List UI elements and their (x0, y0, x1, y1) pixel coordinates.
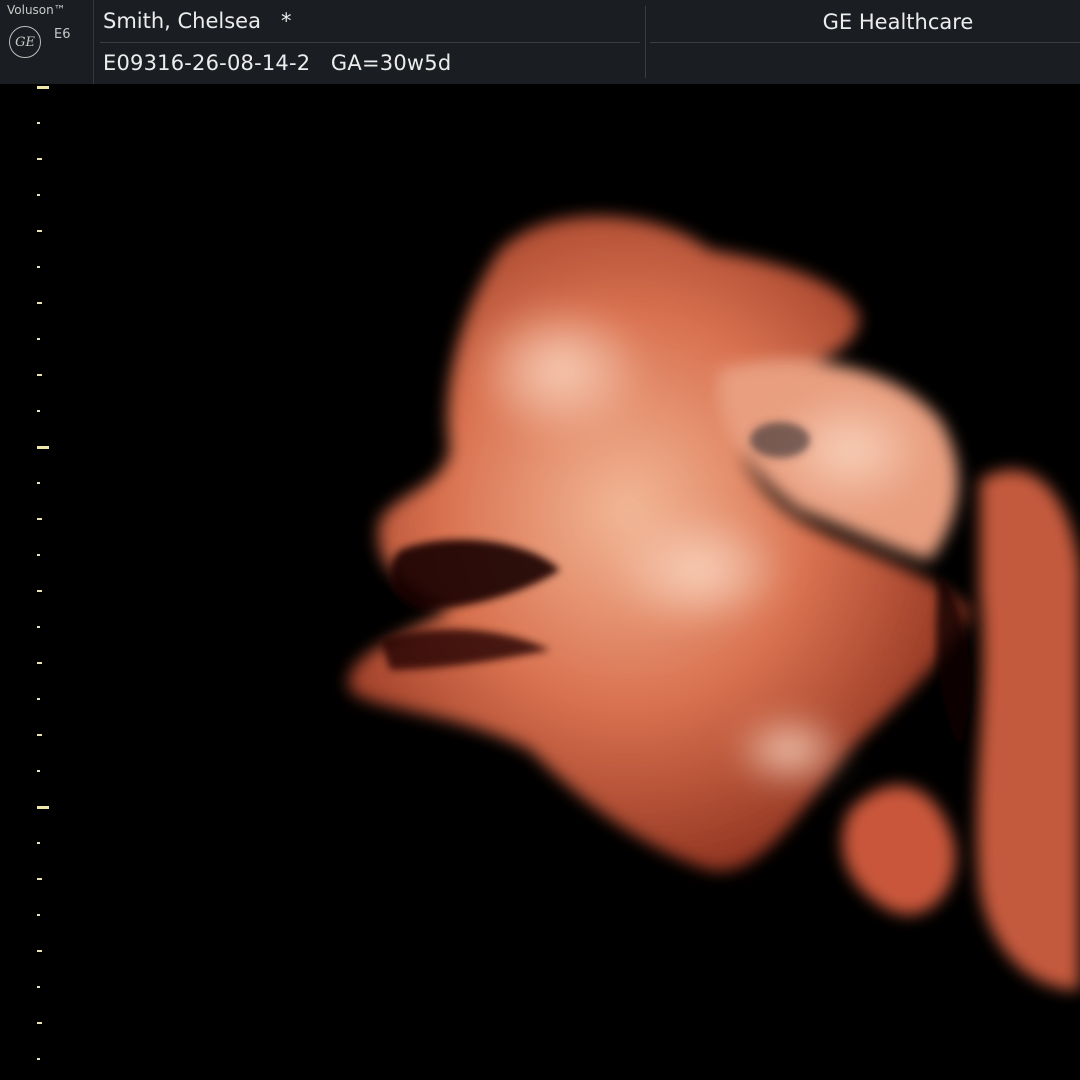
ruler-tick (37, 554, 40, 556)
ruler-tick (37, 698, 40, 700)
vendor-label: GE Healthcare (822, 10, 974, 34)
ruler-tick (37, 986, 40, 988)
ruler-tick (37, 626, 40, 628)
logo-block: Voluson™ GE E6 (0, 0, 94, 84)
ruler-tick (37, 158, 42, 160)
fetal-face-render-icon (348, 216, 1080, 990)
ruler-tick (37, 446, 49, 449)
depth-ruler (0, 84, 60, 1080)
ruler-tick (37, 1058, 40, 1060)
ge-logo-text: GE (15, 34, 35, 50)
ruler-tick (37, 950, 42, 952)
ruler-tick (37, 914, 40, 916)
ruler-tick (37, 482, 40, 484)
ruler-tick (37, 590, 42, 592)
ruler-tick (37, 806, 49, 809)
ruler-tick (37, 230, 42, 232)
patient-name: Smith, Chelsea * (103, 9, 292, 33)
ruler-tick (37, 878, 42, 880)
ruler-tick (37, 734, 42, 736)
top-info-bar: Voluson™ GE E6 Smith, Chelsea * E09316-2… (0, 0, 1080, 84)
header-vertical-divider (645, 6, 646, 78)
ruler-tick (37, 410, 40, 412)
ruler-tick (37, 770, 40, 772)
ruler-tick (37, 122, 40, 124)
ruler-tick (37, 86, 49, 89)
ruler-tick (37, 1022, 42, 1024)
ruler-tick (37, 518, 42, 520)
brand-label: Voluson™ (7, 3, 66, 17)
model-label: E6 (54, 27, 71, 42)
ruler-tick (37, 194, 40, 196)
ruler-tick (37, 302, 42, 304)
header-divider-right (650, 42, 1080, 43)
ruler-tick (37, 374, 42, 376)
ruler-tick (37, 842, 40, 844)
patient-id-ga: E09316-26-08-14-2 GA=30w5d (103, 51, 452, 75)
ruler-tick (37, 338, 40, 340)
ge-logo-icon: GE (9, 26, 41, 58)
header-divider (100, 42, 640, 43)
ruler-tick (37, 662, 42, 664)
ruler-tick (37, 266, 40, 268)
